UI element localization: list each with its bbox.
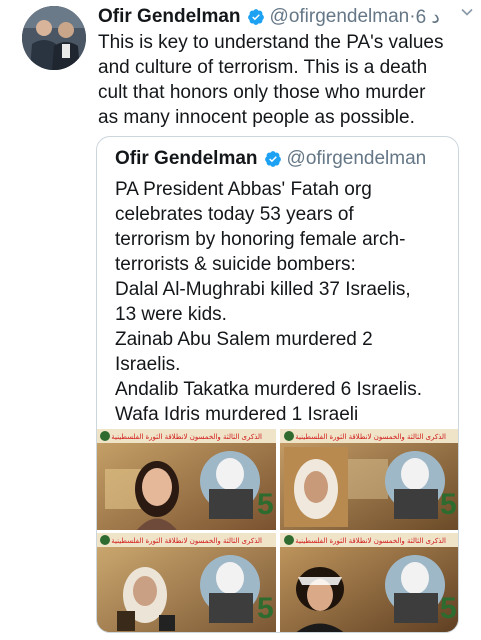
avatar[interactable] <box>22 6 86 70</box>
quoted-text-line: 13 were kids. <box>115 304 227 325</box>
quoted-tweet-text: PA President Abbas' Fatah org celebrates… <box>115 177 450 427</box>
quoted-text-line: Dalal Al-Mughrabi killed 37 Israelis, <box>115 279 411 300</box>
quoted-text-line: Andalib Takatka murdered 6 Israelis. <box>115 379 422 400</box>
chevron-down-icon[interactable] <box>459 4 475 20</box>
quoted-text-line: terrorism by honoring female arch- <box>115 229 406 250</box>
tweet-text-line: as many innocent people as possible. <box>98 107 415 128</box>
verified-badge-icon <box>247 8 265 26</box>
tweet-text: This is key to understand the PA's value… <box>98 30 470 130</box>
quoted-tweet[interactable]: Ofir Gendelman @ofirgendelman PA Preside… <box>96 136 459 633</box>
timestamp[interactable]: 6 د <box>416 6 440 29</box>
media-image[interactable]: الذكرى الثالثة والخمسون لانطلاقة الثورة … <box>97 429 276 530</box>
author-name[interactable]: Ofir Gendelman <box>98 6 241 28</box>
media-image[interactable]: الذكرى الثالثة والخمسون لانطلاقة الثورة … <box>280 429 458 530</box>
svg-text:5: 5 <box>257 488 274 521</box>
author-handle[interactable]: @ofirgendelman <box>270 6 410 28</box>
tweet-text-line: This is key to understand the PA's value… <box>98 32 444 53</box>
svg-text:5: 5 <box>440 592 457 625</box>
quoted-tweet-header: Ofir Gendelman @ofirgendelman <box>115 147 426 171</box>
avatar-image <box>22 6 86 70</box>
quoted-text-line: Wafa Idris murdered 1 Israeli <box>115 404 359 425</box>
media-image[interactable]: الذكرى الثالثة والخمسون لانطلاقة الثورة … <box>280 533 458 632</box>
tweet[interactable]: Ofir Gendelman @ofirgendelman · 6 د This… <box>0 0 481 640</box>
media-banner-text: الذكرى الثالثة والخمسون لانطلاقة الثورة … <box>111 537 262 545</box>
quoted-text-line: Zainab Abu Salem murdered 2 <box>115 329 373 350</box>
svg-text:5: 5 <box>257 592 274 625</box>
media-banner-text: الذكرى الثالثة والخمسون لانطلاقة الثورة … <box>295 433 446 441</box>
quoted-text-line: celebrates today 53 years of <box>115 204 354 225</box>
tweet-header: Ofir Gendelman @ofirgendelman · 6 د <box>98 4 471 30</box>
quoted-text-line: PA President Abbas' Fatah org <box>115 179 372 200</box>
media-image[interactable]: الذكرى الثالثة والخمسون لانطلاقة الثورة … <box>97 533 276 632</box>
quoted-author-name: Ofir Gendelman <box>115 148 258 169</box>
svg-text:5: 5 <box>440 488 457 521</box>
tweet-text-line: cult that honors only those who murder <box>98 82 426 103</box>
quoted-author-handle: @ofirgendelman <box>286 148 427 169</box>
tweet-text-line: and culture of terrorism. This is a deat… <box>98 57 428 78</box>
media-banner-text: الذكرى الثالثة والخمسون لانطلاقة الثورة … <box>111 433 262 441</box>
media-banner-text: الذكرى الثالثة والخمسون لانطلاقة الثورة … <box>295 537 446 545</box>
verified-badge-icon <box>264 150 282 168</box>
quoted-text-line: Israelis. <box>115 354 181 375</box>
quoted-text-line: terrorists & suicide bombers: <box>115 254 356 275</box>
media-grid: الذكرى الثالثة والخمسون لانطلاقة الثورة … <box>97 429 458 632</box>
